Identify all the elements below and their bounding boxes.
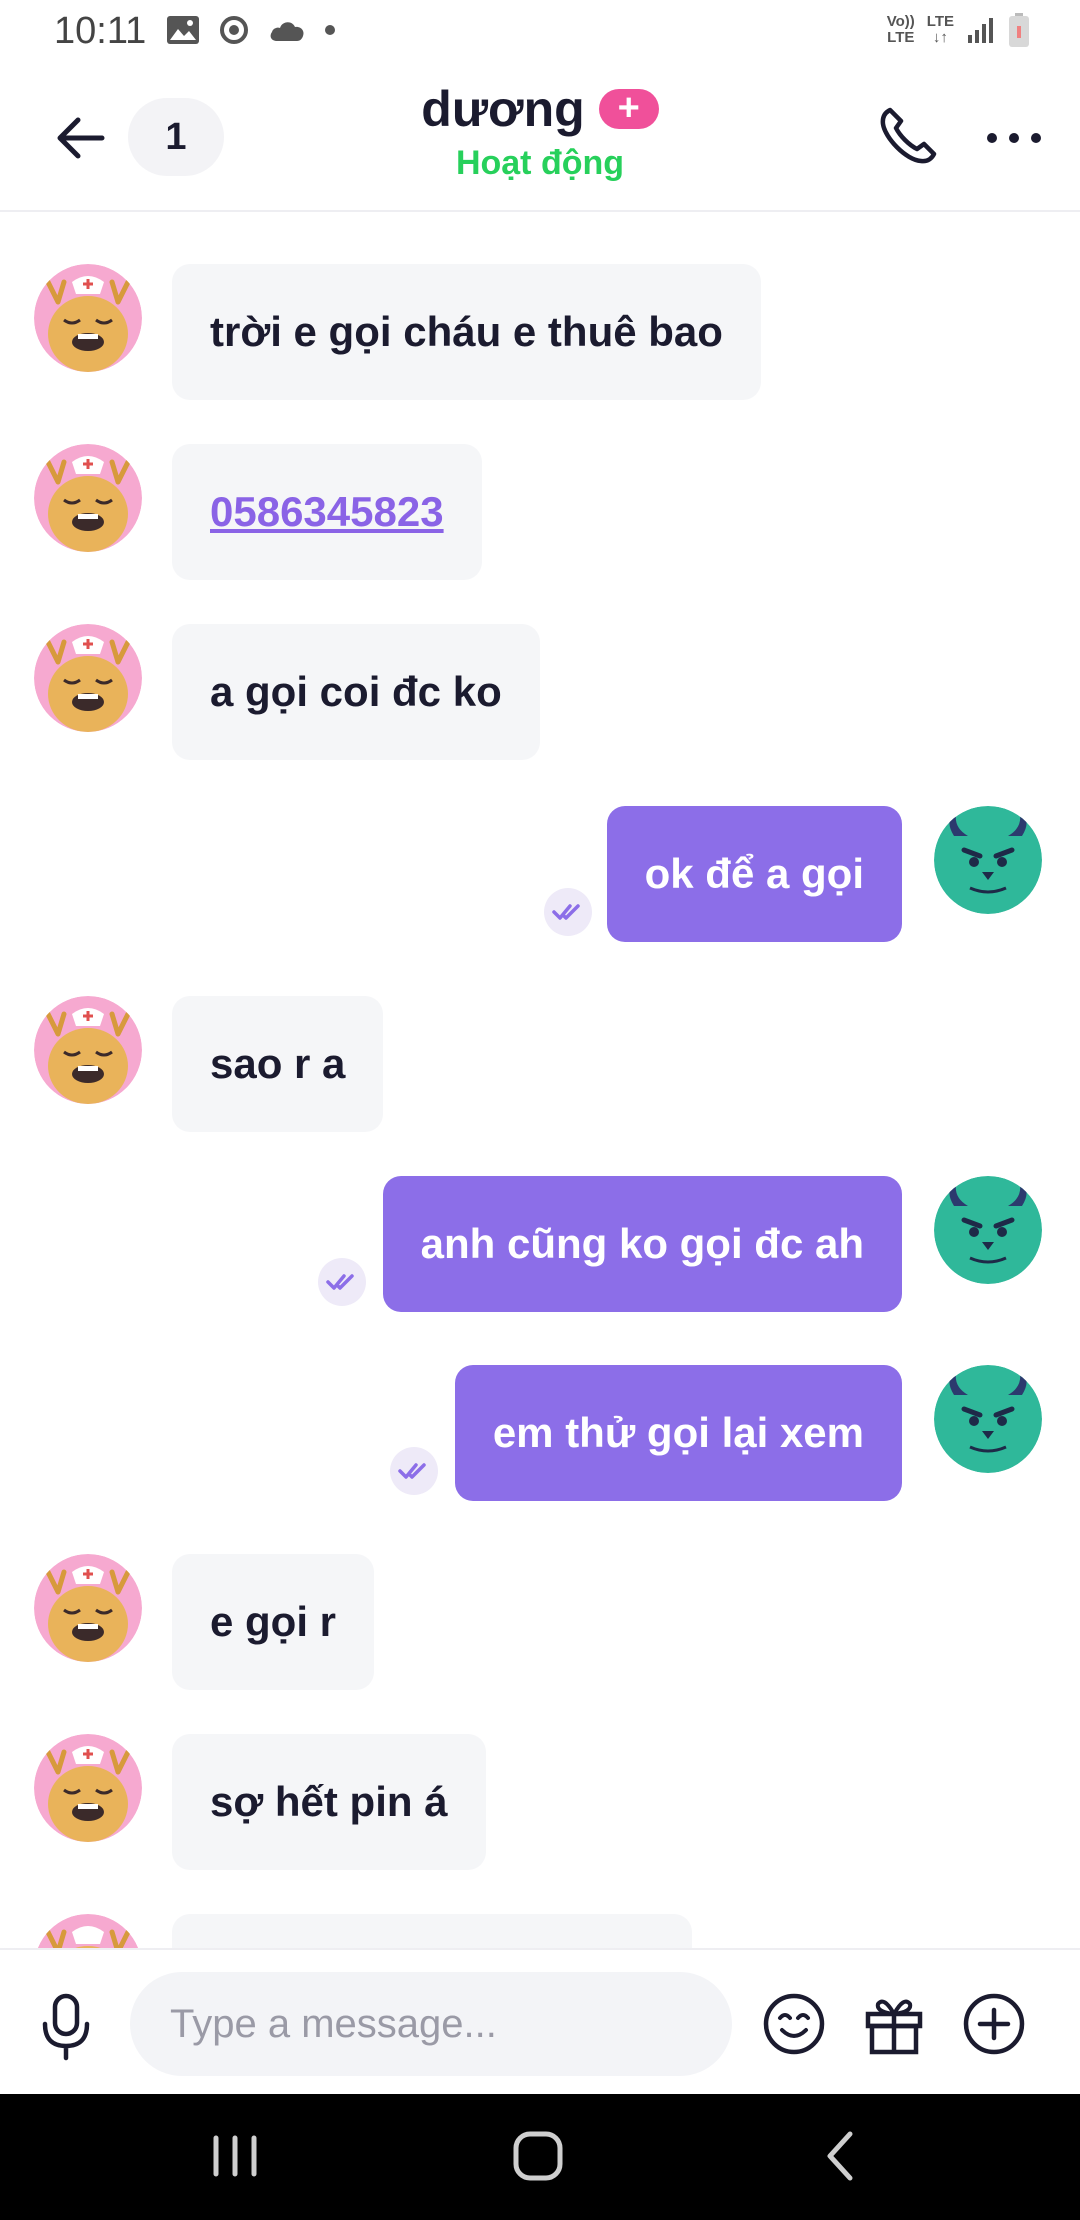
contact-info[interactable]: dương + Hoạt động: [330, 80, 750, 183]
contact-avatar[interactable]: [34, 264, 142, 372]
contact-name: dương: [421, 81, 585, 137]
gift-icon: [865, 1999, 923, 2055]
chat-header: 1 dương + Hoạt động: [0, 64, 1080, 212]
monster-avatar-teal-icon: [934, 1365, 1042, 1473]
plus-badge: +: [598, 89, 659, 129]
incoming-message[interactable]: sợ hết pin á: [172, 1734, 486, 1870]
status-right-icons: Vo)) LTE LTE ↓↑: [887, 12, 1030, 48]
outgoing-message[interactable]: anh cũng ko gọi đc ah: [382, 1176, 902, 1312]
plus-circle-icon: [963, 1993, 1025, 2055]
outgoing-message[interactable]: em thử gọi lại xem: [454, 1365, 902, 1501]
status-time: 10:11: [54, 10, 147, 52]
outgoing-message[interactable]: ok để a gọi: [606, 806, 902, 942]
voice-message-button[interactable]: [36, 1992, 96, 2062]
emoji-button[interactable]: [760, 1990, 828, 2058]
system-nav-bar: [0, 2094, 1080, 2220]
back-button[interactable]: [50, 108, 110, 168]
notification-dot-icon: [325, 25, 335, 35]
contact-avatar[interactable]: [34, 1914, 142, 1948]
emoji-icon: [763, 1993, 825, 2055]
message-list[interactable]: trời e gọi cháu e thuê bao 0586345823 a …: [0, 212, 1080, 1948]
more-dots-icon: [987, 133, 1041, 143]
contact-avatar[interactable]: [34, 444, 142, 552]
incoming-message[interactable]: e gọi r: [172, 1554, 375, 1690]
data-arrows-icon: ↓↑: [932, 29, 948, 46]
chevron-left-icon: [827, 2131, 853, 2181]
incoming-message[interactable]: [172, 1914, 692, 1948]
gallery-icon: [167, 16, 199, 44]
battery-icon: [1009, 13, 1029, 47]
cloud-icon: [270, 22, 304, 41]
read-receipt: [318, 1258, 366, 1306]
home-button[interactable]: [503, 2126, 573, 2186]
contact-avatar[interactable]: [34, 1734, 142, 1842]
message-input[interactable]: [130, 1972, 732, 2076]
chat-screen: 10:11 Vo)) LTE LTE ↓↑ 1 dương + Hoạt độn…: [0, 0, 1080, 2220]
double-check-icon: [326, 1274, 354, 1290]
signal-icon: [968, 18, 993, 43]
my-avatar[interactable]: [934, 806, 1042, 914]
arrow-left-icon: [57, 117, 105, 159]
monster-avatar-pink-icon: [37, 1914, 139, 1948]
home-icon: [513, 2131, 563, 2181]
monster-avatar-pink-icon: [34, 624, 142, 732]
more-options-button[interactable]: [984, 108, 1044, 168]
contact-avatar[interactable]: [34, 1554, 142, 1662]
sync-icon: [220, 16, 248, 44]
microphone-icon: [42, 1993, 90, 2061]
incoming-message[interactable]: sao r a: [172, 996, 384, 1132]
my-avatar[interactable]: [934, 1176, 1042, 1284]
status-left-icons: [166, 14, 336, 46]
phone-number-link[interactable]: 0586345823: [210, 488, 444, 536]
incoming-message: 0586345823: [172, 444, 482, 580]
double-check-icon: [398, 1463, 426, 1479]
monster-avatar-pink-icon: [34, 1734, 142, 1842]
monster-avatar-teal-icon: [934, 806, 1042, 914]
my-avatar[interactable]: [934, 1365, 1042, 1473]
unread-count-badge[interactable]: 1: [128, 98, 224, 176]
contact-avatar[interactable]: [34, 996, 142, 1104]
incoming-message[interactable]: trời e gọi cháu e thuê bao: [172, 264, 761, 400]
recent-apps-button[interactable]: [200, 2126, 270, 2186]
attach-button[interactable]: [960, 1990, 1028, 2058]
monster-avatar-teal-icon: [934, 1176, 1042, 1284]
recent-apps-icon: [213, 2135, 257, 2177]
monster-avatar-pink-icon: [34, 444, 142, 552]
back-nav-button[interactable]: [806, 2126, 876, 2186]
volte-indicator: Vo)) LTE: [886, 13, 915, 46]
monster-avatar-pink-icon: [34, 1554, 142, 1662]
monster-avatar-pink-icon: [34, 264, 142, 372]
double-check-icon: [552, 904, 580, 920]
status-bar: 10:11 Vo)) LTE LTE ↓↑: [0, 0, 1080, 64]
message-composer: [0, 1948, 1080, 2096]
call-button[interactable]: [876, 104, 940, 168]
read-receipt: [390, 1447, 438, 1495]
monster-avatar-pink-icon: [34, 996, 142, 1104]
lte-indicator: LTE ↓↑: [926, 13, 954, 46]
contact-avatar[interactable]: [34, 624, 142, 732]
incoming-message[interactable]: a gọi coi đc ko: [172, 624, 540, 760]
online-status: Hoạt động: [455, 144, 625, 182]
gift-button[interactable]: [860, 1990, 928, 2058]
phone-icon: [880, 107, 937, 164]
read-receipt: [544, 888, 592, 936]
